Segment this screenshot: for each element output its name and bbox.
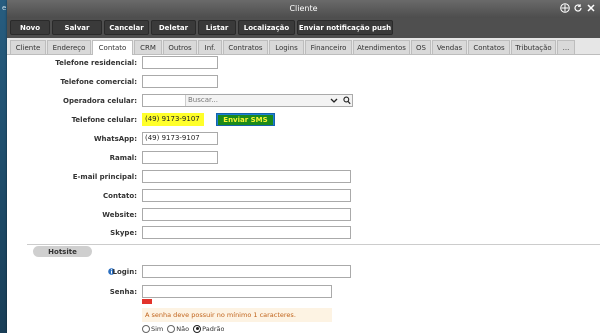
search-icon[interactable] bbox=[343, 96, 351, 107]
radio-padrao[interactable]: Padrão bbox=[193, 324, 225, 333]
senha-field[interactable] bbox=[142, 285, 332, 298]
whatsapp-field[interactable]: (49) 9173-9107 bbox=[142, 132, 218, 145]
hotsite-divider bbox=[27, 244, 600, 255]
telefone-residencial-field[interactable] bbox=[142, 56, 218, 69]
background-text: e bbox=[2, 4, 7, 12]
tab-more[interactable]: ... bbox=[557, 40, 575, 54]
title-bar: Cliente bbox=[7, 0, 600, 18]
ramal-field[interactable] bbox=[142, 151, 218, 164]
tab-logins[interactable]: Logins bbox=[269, 40, 304, 54]
email-principal-label: E-mail principal: bbox=[72, 173, 137, 181]
chevron-down-icon[interactable] bbox=[330, 97, 338, 106]
login-field[interactable] bbox=[142, 265, 351, 278]
tab-contatos[interactable]: Contatos bbox=[468, 40, 510, 54]
website-label: Website: bbox=[102, 211, 137, 219]
tab-tributacao[interactable]: Tributação bbox=[511, 40, 556, 54]
close-icon[interactable] bbox=[586, 3, 596, 13]
telefone-residencial-label: Telefone residencial: bbox=[55, 59, 137, 67]
tab-cliente[interactable]: Cliente bbox=[10, 40, 46, 54]
senha-hint: A senha deve possuir no mínimo 1 caracte… bbox=[142, 308, 332, 322]
telefone-comercial-label: Telefone comercial: bbox=[60, 78, 137, 86]
login-label: Login: bbox=[112, 268, 137, 276]
radio-nao-label: Não bbox=[176, 324, 190, 333]
radio-padrao-label: Padrão bbox=[202, 324, 225, 333]
hotsite-section-header[interactable]: Hotsite bbox=[33, 246, 92, 257]
telefone-celular-label: Telefone celular: bbox=[71, 116, 137, 124]
tab-financeiro[interactable]: Financeiro bbox=[305, 40, 352, 54]
tab-contato[interactable]: Contato bbox=[92, 40, 133, 55]
enviar-notificacao-push-button[interactable]: Enviar notificação push bbox=[297, 20, 393, 35]
client-window: Cliente Novo Salvar Cancelar Deletar Lis… bbox=[7, 0, 600, 333]
localizacao-button[interactable]: Localização bbox=[238, 20, 295, 35]
toolbar: Novo Salvar Cancelar Deletar Listar Loca… bbox=[7, 18, 600, 38]
ramal-label: Ramal: bbox=[109, 154, 137, 162]
tab-outros[interactable]: Outros bbox=[163, 40, 197, 54]
tab-atendimentos[interactable]: Atendimentos bbox=[353, 40, 410, 54]
website-field[interactable] bbox=[142, 208, 351, 221]
listar-button[interactable]: Listar bbox=[198, 20, 236, 35]
email-principal-field[interactable] bbox=[142, 170, 351, 183]
enviar-sms-button[interactable]: Enviar SMS bbox=[216, 113, 275, 126]
deletar-button[interactable]: Deletar bbox=[151, 20, 196, 35]
tab-endereco[interactable]: Endereço bbox=[47, 40, 91, 54]
enviar-sms-label: Enviar SMS bbox=[218, 114, 273, 125]
tab-os[interactable]: OS bbox=[411, 40, 431, 54]
refresh-icon[interactable] bbox=[573, 3, 583, 13]
window-title: Cliente bbox=[289, 4, 318, 13]
novo-button[interactable]: Novo bbox=[10, 20, 50, 35]
operadora-celular-select[interactable]: Buscar... bbox=[142, 94, 353, 107]
radio-nao[interactable]: Não bbox=[167, 324, 190, 333]
telefone-celular-field[interactable]: (49) 9173-9107 bbox=[142, 113, 204, 126]
tab-contratos[interactable]: Contratos bbox=[223, 40, 268, 54]
cancelar-button[interactable]: Cancelar bbox=[104, 20, 149, 35]
skype-field[interactable] bbox=[142, 226, 351, 239]
password-strength-bar bbox=[142, 299, 152, 304]
whatsapp-label: WhatsApp: bbox=[93, 135, 137, 143]
skype-label: Skype: bbox=[110, 229, 137, 237]
senha-label: Senha: bbox=[109, 288, 137, 296]
tab-inf[interactable]: Inf. bbox=[198, 40, 222, 54]
contato-field[interactable] bbox=[142, 189, 351, 202]
move-icon[interactable] bbox=[560, 3, 570, 13]
tab-bar: Cliente Endereço Contato CRM Outros Inf.… bbox=[7, 38, 600, 55]
radio-sim-label: Sim bbox=[151, 324, 164, 333]
telefone-comercial-field[interactable] bbox=[142, 75, 218, 88]
radio-sim[interactable]: Sim bbox=[142, 324, 164, 333]
tab-vendas[interactable]: Vendas bbox=[432, 40, 467, 54]
tab-crm[interactable]: CRM bbox=[134, 40, 162, 54]
operadora-celular-label: Operadora celular: bbox=[63, 97, 137, 105]
operadora-search-placeholder: Buscar... bbox=[188, 96, 218, 104]
salvar-button[interactable]: Salvar bbox=[52, 20, 102, 35]
contato-label: Contato: bbox=[103, 192, 137, 200]
radio-group: Sim Não Padrão bbox=[142, 324, 224, 333]
